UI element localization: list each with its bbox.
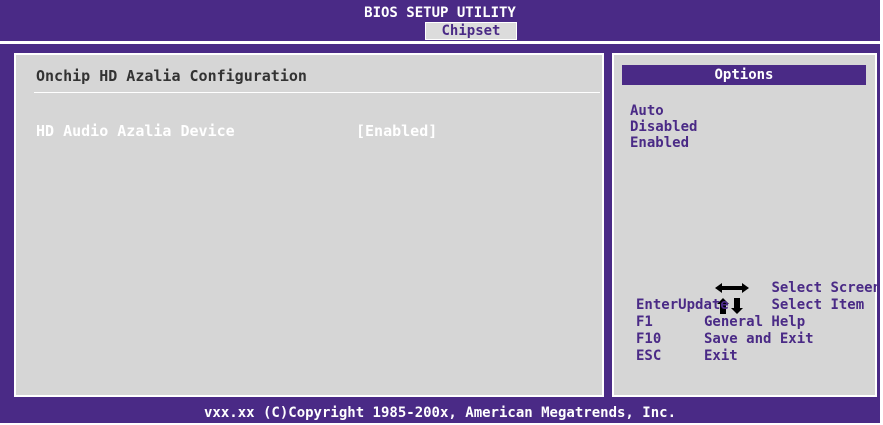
esc-action: Exit (704, 348, 738, 364)
tab-chipset[interactable]: Chipset (425, 22, 517, 40)
key-help: Select Screen Select Item EnterUpdate F1… (636, 263, 881, 365)
help-esc: ESC Exit (636, 348, 881, 365)
setting-hd-audio-azalia-device[interactable]: HD Audio Azalia Device [Enabled] (36, 122, 556, 142)
header-divider (0, 41, 880, 44)
help-enter: EnterUpdate (636, 297, 881, 314)
esc-key: ESC (636, 348, 662, 364)
option-auto[interactable]: Auto (630, 103, 697, 119)
bios-title: BIOS SETUP UTILITY (364, 5, 516, 21)
enter-action: Update (678, 297, 729, 313)
help-f1: F1 General Help (636, 314, 881, 331)
help-select-screen: Select Screen (636, 263, 881, 296)
help-select-item: Select Item (636, 280, 881, 314)
enter-key: Enter (636, 297, 679, 313)
option-disabled[interactable]: Disabled (630, 119, 697, 135)
f1-action: General Help (704, 314, 806, 330)
f1-key: F1 (636, 314, 653, 330)
help-f10: F10 Save and Exit (636, 331, 881, 348)
copyright-footer: vxx.xx (C)Copyright 1985-200x, American … (203, 405, 676, 421)
setting-value[interactable]: [Enabled] (356, 122, 437, 140)
title-divider (34, 92, 600, 93)
f10-action: Save and Exit (704, 331, 814, 347)
settings-panel: Onchip HD Azalia Configuration HD Audio … (14, 53, 604, 397)
setting-label: HD Audio Azalia Device (36, 122, 235, 140)
option-list: Auto Disabled Enabled (630, 103, 697, 151)
help-panel: Options Auto Disabled Enabled Select Scr… (612, 53, 881, 397)
options-header: Options (622, 65, 866, 85)
bios-screen: BIOS SETUP UTILITY Chipset Onchip HD Aza… (0, 0, 881, 423)
option-enabled[interactable]: Enabled (630, 135, 697, 151)
page-title: Onchip HD Azalia Configuration (36, 67, 307, 85)
f10-key: F10 (636, 331, 662, 347)
